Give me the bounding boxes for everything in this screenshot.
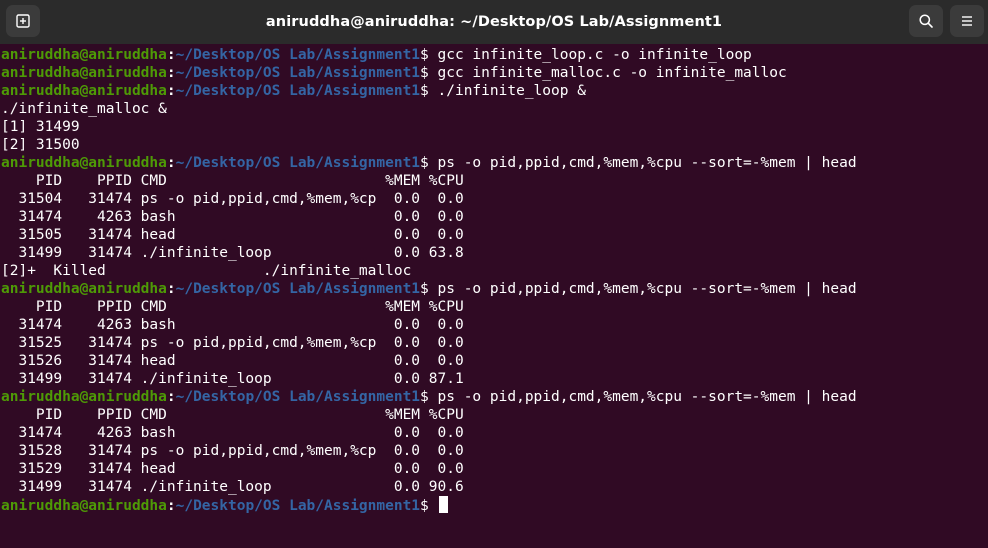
prompt-user: aniruddha@aniruddha [1,389,167,405]
output-line: PID PPID CMD %MEM %CPU [1,407,464,423]
output-line: 31505 31474 head 0.0 0.0 [1,227,464,243]
prompt-separator: : [166,65,176,81]
command-text: ./infinite_loop & [437,83,586,99]
search-button[interactable] [909,5,943,37]
output-line: 31525 31474 ps -o pid,ppid,cmd,%mem,%cp … [1,335,464,351]
prompt-user: aniruddha@aniruddha [1,65,167,81]
prompt-symbol: $ [420,498,438,514]
command-text: ps -o pid,ppid,cmd,%mem,%cpu --sort=-%me… [437,389,857,405]
output-line: 31529 31474 head 0.0 0.0 [1,461,464,477]
prompt-path: ~/Desktop/OS Lab/Assignment1 [175,498,421,514]
command-text: ps -o pid,ppid,cmd,%mem,%cpu --sort=-%me… [437,155,857,171]
prompt-separator: : [166,83,176,99]
prompt-separator: : [166,155,176,171]
search-icon [919,14,933,28]
window-title: aniruddha@aniruddha: ~/Desktop/OS Lab/As… [265,14,723,30]
prompt-separator: : [166,281,176,297]
prompt-symbol: $ [420,47,438,63]
new-tab-button[interactable] [6,5,40,37]
output-line: PID PPID CMD %MEM %CPU [1,173,464,189]
terminal-window: aniruddha@aniruddha: ~/Desktop/OS Lab/As… [0,0,988,548]
output-line: 31474 4263 bash 0.0 0.0 [1,425,464,441]
prompt-path: ~/Desktop/OS Lab/Assignment1 [175,155,421,171]
output-line: 31474 4263 bash 0.0 0.0 [1,209,464,225]
prompt-line: aniruddha@aniruddha:~/Desktop/OS Lab/Ass… [1,496,988,514]
hamburger-menu-icon [962,16,972,26]
prompt-line: aniruddha@aniruddha:~/Desktop/OS Lab/Ass… [1,388,988,406]
terminal-output[interactable]: aniruddha@aniruddha:~/Desktop/OS Lab/Ass… [1,46,988,548]
output-line: [1] 31499 [1,119,80,135]
output-line: [2]+ Killed ./infinite_malloc [1,263,412,279]
output-line: ./infinite_malloc & [1,101,167,117]
prompt-symbol: $ [420,389,438,405]
prompt-line: aniruddha@aniruddha:~/Desktop/OS Lab/Ass… [1,82,988,100]
prompt-line: aniruddha@aniruddha:~/Desktop/OS Lab/Ass… [1,64,988,82]
prompt-user: aniruddha@aniruddha [1,83,167,99]
prompt-separator: : [166,498,176,514]
prompt-separator: : [166,389,176,405]
prompt-path: ~/Desktop/OS Lab/Assignment1 [175,389,421,405]
output-line: 31526 31474 head 0.0 0.0 [1,353,464,369]
prompt-path: ~/Desktop/OS Lab/Assignment1 [175,281,421,297]
menu-button[interactable] [950,5,984,37]
prompt-path: ~/Desktop/OS Lab/Assignment1 [175,47,421,63]
prompt-user: aniruddha@aniruddha [1,47,167,63]
prompt-symbol: $ [420,281,438,297]
output-line: PID PPID CMD %MEM %CPU [1,299,464,315]
prompt-line: aniruddha@aniruddha:~/Desktop/OS Lab/Ass… [1,154,988,172]
command-text: gcc infinite_malloc.c -o infinite_malloc [437,65,787,81]
new-tab-icon [16,14,30,28]
output-line: 31504 31474 ps -o pid,ppid,cmd,%mem,%cp … [1,191,464,207]
command-text: ps -o pid,ppid,cmd,%mem,%cpu --sort=-%me… [437,281,857,297]
title-bar: aniruddha@aniruddha: ~/Desktop/OS Lab/As… [0,0,988,44]
command-text: gcc infinite_loop.c -o infinite_loop [437,47,752,63]
prompt-user: aniruddha@aniruddha [1,155,167,171]
prompt-user: aniruddha@aniruddha [1,498,167,514]
prompt-path: ~/Desktop/OS Lab/Assignment1 [175,83,421,99]
prompt-path: ~/Desktop/OS Lab/Assignment1 [175,65,421,81]
output-line: 31499 31474 ./infinite_loop 0.0 90.6 [1,479,464,495]
prompt-symbol: $ [420,155,438,171]
output-line: 31474 4263 bash 0.0 0.0 [1,317,464,333]
text-cursor [438,496,448,513]
output-line: 31499 31474 ./infinite_loop 0.0 63.8 [1,245,464,261]
prompt-separator: : [166,47,176,63]
output-line: 31499 31474 ./infinite_loop 0.0 87.1 [1,371,464,387]
prompt-symbol: $ [420,83,438,99]
prompt-line: aniruddha@aniruddha:~/Desktop/OS Lab/Ass… [1,280,988,298]
output-line: [2] 31500 [1,137,80,153]
prompt-symbol: $ [420,65,438,81]
output-line: 31528 31474 ps -o pid,ppid,cmd,%mem,%cp … [1,443,464,459]
prompt-line: aniruddha@aniruddha:~/Desktop/OS Lab/Ass… [1,46,988,64]
prompt-user: aniruddha@aniruddha [1,281,167,297]
